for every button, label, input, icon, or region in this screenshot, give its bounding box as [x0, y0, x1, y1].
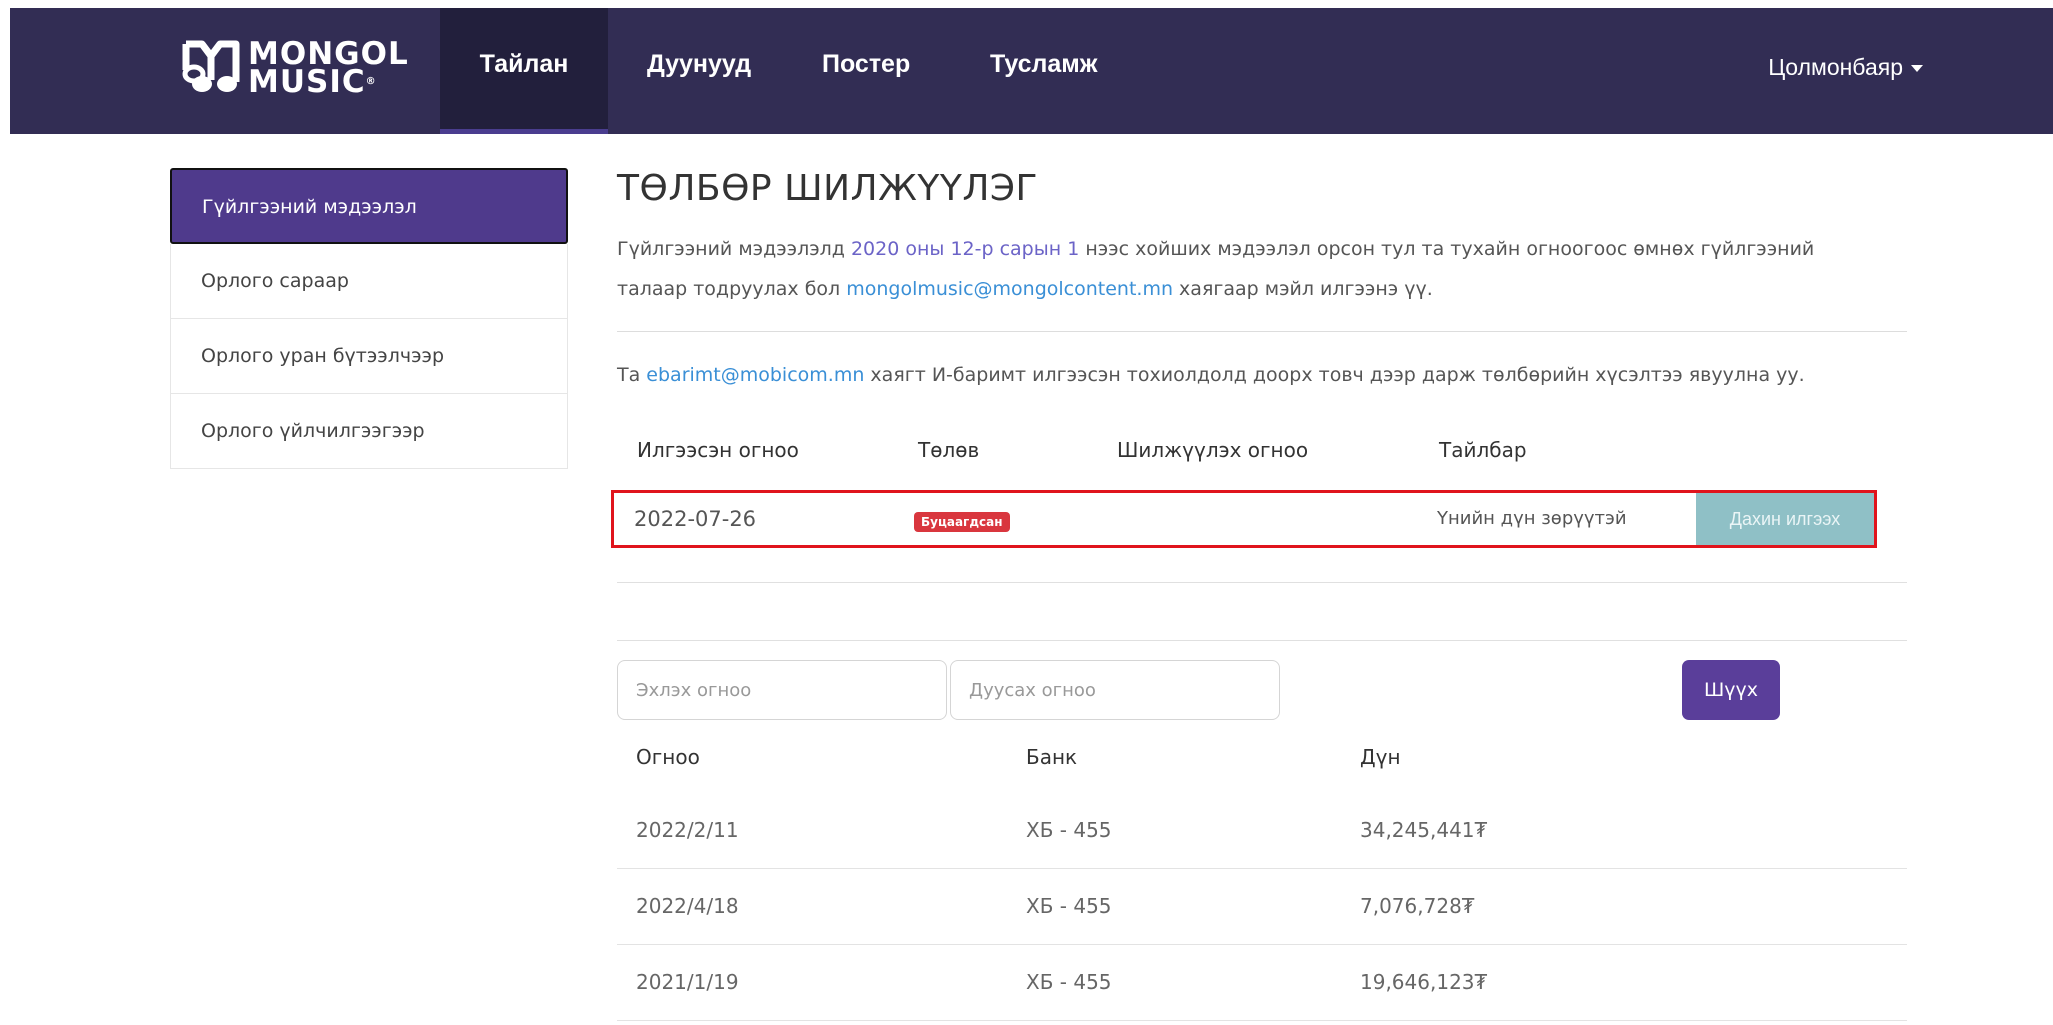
nav-tab-poster[interactable]: Постер	[822, 8, 910, 134]
caret-down-icon	[1911, 65, 1923, 73]
intro-email-link[interactable]: mongolmusic@mongolcontent.mn	[846, 278, 1173, 300]
brand-registered: ®	[365, 76, 377, 87]
nav-tab-report[interactable]: Тайлан	[440, 8, 608, 134]
row-amount: 7,076,728₮	[1360, 894, 1475, 918]
row-bank: ХБ - 455	[1026, 970, 1112, 994]
col-amount: Дүн	[1360, 745, 1401, 769]
ebarimt-email-link[interactable]: ebarimt@mobicom.mn	[646, 364, 864, 386]
brand-wordmark: MONGOL MUSIC®	[248, 39, 409, 98]
table-row[interactable]: 2022/2/11 ХБ - 455 34,245,441₮	[617, 793, 1805, 868]
col-date: Огноо	[636, 745, 700, 769]
status-badge: Буцаагдсан	[914, 512, 1010, 532]
col-transfer-date: Шилжүүлэх огноо	[1117, 438, 1309, 462]
request-row: 2022-07-26 Буцаагдсан Үнийн дүн зөрүүтэй…	[611, 490, 1877, 548]
col-bank: Банк	[1026, 745, 1078, 769]
col-sent-date: Илгээсэн огноо	[637, 438, 799, 462]
request-table-header: Илгээсэн огноо Төлөв Шилжүүлэх огноо Тай…	[617, 426, 1907, 486]
divider	[617, 640, 1907, 641]
row-date: 2021/1/19	[636, 970, 739, 994]
request-sent-date: 2022-07-26	[634, 507, 757, 531]
intro-part1: Гүйлгээний мэдээлэлд	[617, 238, 851, 260]
row-amount: 34,245,441₮	[1360, 818, 1488, 842]
row-date: 2022/2/11	[636, 818, 739, 842]
user-menu[interactable]: Цолмонбаяр	[1768, 8, 1923, 134]
sidebar-item-transactions[interactable]: Гүйлгээний мэдээлэл	[170, 168, 568, 244]
sidebar-item-income-monthly[interactable]: Орлого сараар	[170, 244, 568, 319]
end-date-input[interactable]	[950, 660, 1280, 720]
sidebar-item-income-artist[interactable]: Орлого уран бүтээлчээр	[170, 319, 568, 394]
intro-date-link[interactable]: 2020 оны 12-р сарын 1	[851, 238, 1079, 260]
main-content: ТӨЛБӨР ШИЛЖҮҮЛЭГ Гүйлгээний мэдээлэлд 20…	[617, 168, 1907, 486]
col-status: Төлөв	[918, 438, 980, 462]
nav-tab-help[interactable]: Тусламж	[990, 8, 1098, 134]
brand-line2: MUSIC	[248, 64, 366, 100]
divider	[617, 331, 1907, 332]
nav-tab-songs[interactable]: Дуунууд	[647, 8, 751, 134]
sidebar: Гүйлгээний мэдээлэл Орлого сараар Орлого…	[170, 168, 568, 469]
row-bank: ХБ - 455	[1026, 818, 1112, 842]
row-bank: ХБ - 455	[1026, 894, 1112, 918]
table-row[interactable]: 2022/4/18 ХБ - 455 7,076,728₮	[617, 869, 1805, 944]
filter-button[interactable]: Шүүх	[1682, 660, 1780, 720]
user-name: Цолмонбаяр	[1768, 54, 1903, 80]
intro-text: Гүйлгээний мэдээлэлд 2020 оны 12-р сарын…	[617, 229, 1907, 309]
divider	[617, 1020, 1907, 1021]
ebarimt-text: Та ebarimt@mobicom.mn хаягт И-баримт илг…	[617, 364, 1907, 386]
page-title: ТӨЛБӨР ШИЛЖҮҮЛЭГ	[617, 168, 1038, 209]
col-note: Тайлбар	[1439, 438, 1527, 462]
music-note-icon	[182, 40, 240, 92]
brand-logo[interactable]: MONGOL MUSIC®	[182, 32, 408, 102]
row-amount: 19,646,123₮	[1360, 970, 1488, 994]
start-date-input[interactable]	[617, 660, 947, 720]
table-row[interactable]: 2021/1/19 ХБ - 455 19,646,123₮	[617, 945, 1805, 1020]
resend-button[interactable]: Дахин илгээх	[1696, 493, 1874, 545]
intro-part3: талаар тодруулах бол	[617, 278, 847, 300]
request-note: Үнийн дүн зөрүүтэй	[1437, 508, 1627, 529]
row-date: 2022/4/18	[636, 894, 739, 918]
sidebar-item-income-service[interactable]: Орлого үйлчилгээгээр	[170, 394, 568, 469]
intro-part2: нээс хойших мэдээлэл орсон тул та тухайн…	[1079, 238, 1815, 260]
divider	[617, 582, 1907, 583]
ebarimt-part1: Та	[617, 364, 647, 386]
top-navbar: MONGOL MUSIC® Тайлан Дуунууд Постер Тусл…	[10, 8, 2053, 134]
intro-part4: хаягаар мэйл илгээнэ үү.	[1173, 278, 1433, 300]
ebarimt-part2: хаягт И-баримт илгээсэн тохиолдолд доорх…	[864, 364, 1805, 386]
